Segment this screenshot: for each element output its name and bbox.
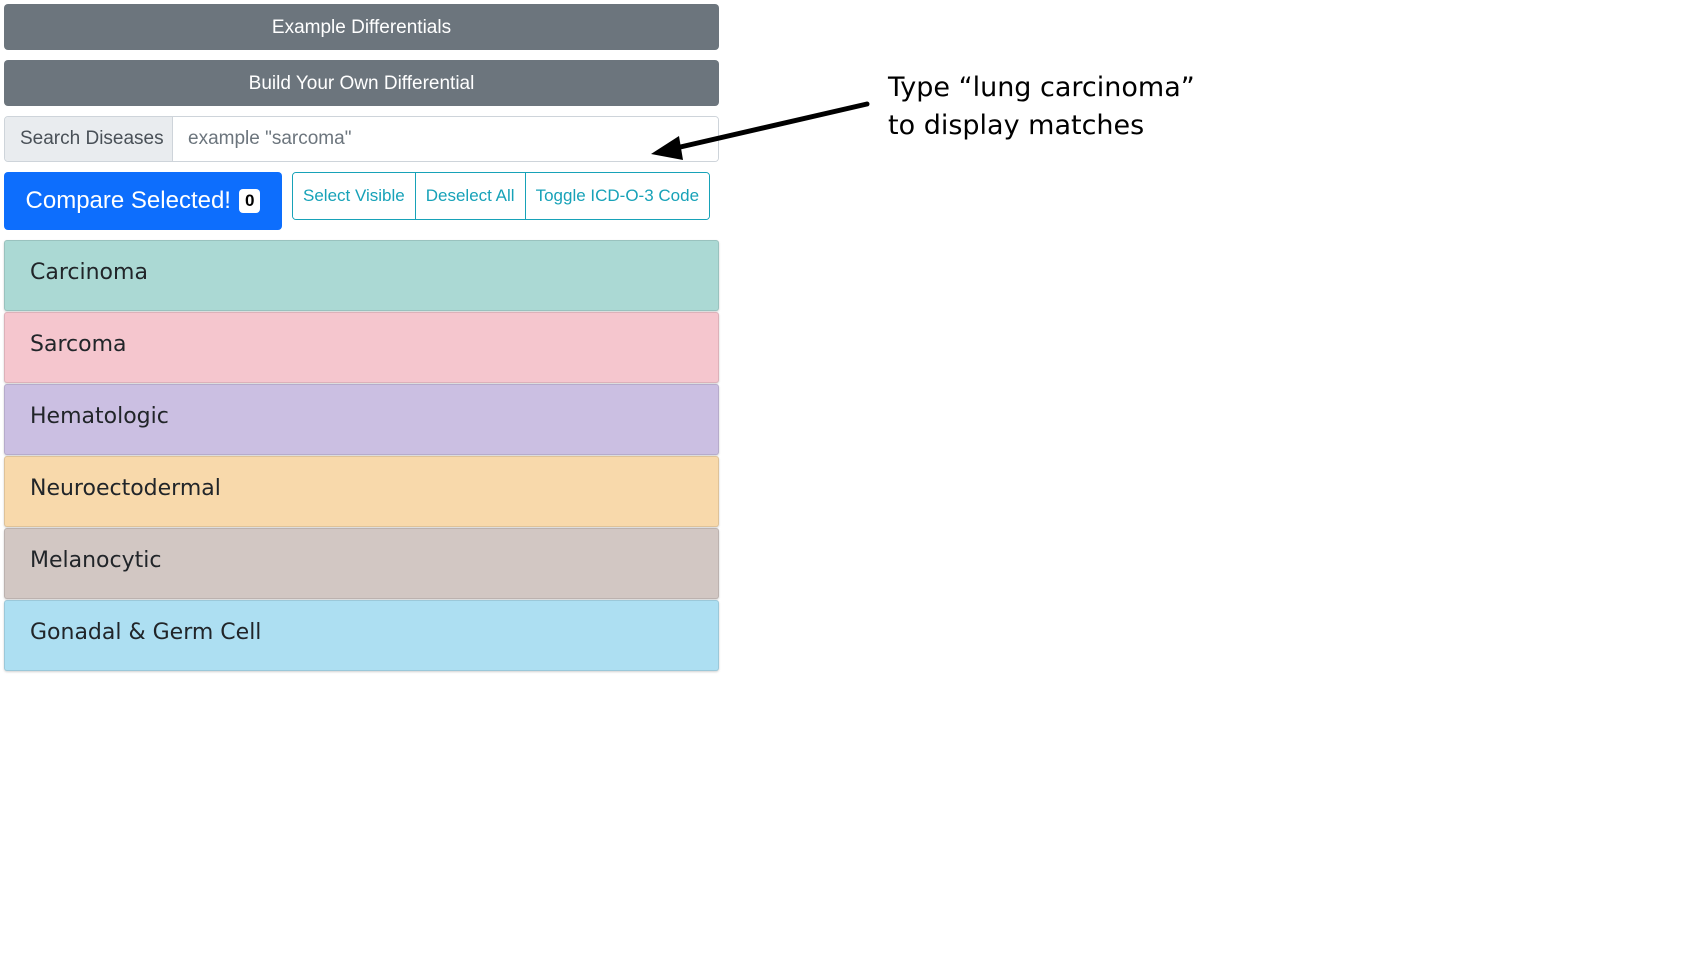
search-label: Search Diseases (5, 117, 173, 161)
category-sarcoma[interactable]: Sarcoma (4, 312, 719, 383)
action-row: Compare Selected! 0 Select Visible Desel… (4, 172, 719, 230)
compare-selected-button[interactable]: Compare Selected! 0 (4, 172, 282, 230)
deselect-all-button[interactable]: Deselect All (415, 173, 526, 219)
category-list: Carcinoma Sarcoma Hematologic Neuroectod… (4, 240, 719, 671)
differential-panel: Example Differentials Build Your Own Dif… (4, 4, 719, 672)
category-hematologic[interactable]: Hematologic (4, 384, 719, 455)
annotation-line-2: to display matches (888, 110, 1145, 141)
category-neuroectodermal[interactable]: Neuroectodermal (4, 456, 719, 527)
build-differential-button[interactable]: Build Your Own Differential (4, 60, 719, 106)
category-carcinoma[interactable]: Carcinoma (4, 240, 719, 311)
category-label: Melanocytic (30, 548, 162, 573)
toggle-icd-code-button[interactable]: Toggle ICD-O-3 Code (525, 173, 710, 219)
category-label: Carcinoma (30, 260, 148, 285)
search-input[interactable] (173, 117, 718, 161)
compare-selected-label: Compare Selected! (25, 187, 231, 214)
category-gonadal-germ-cell[interactable]: Gonadal & Germ Cell (4, 600, 719, 671)
category-label: Sarcoma (30, 332, 127, 357)
select-visible-button[interactable]: Select Visible (293, 173, 416, 219)
category-label: Gonadal & Germ Cell (30, 620, 262, 645)
search-group: Search Diseases (4, 116, 719, 162)
category-label: Hematologic (30, 404, 169, 429)
category-melanocytic[interactable]: Melanocytic (4, 528, 719, 599)
selected-count-badge: 0 (238, 189, 261, 213)
category-label: Neuroectodermal (30, 476, 221, 501)
selection-button-group: Select Visible Deselect All Toggle ICD-O… (292, 172, 711, 220)
annotation-callout: Type “lung carcinoma” to display matches (888, 69, 1195, 145)
annotation-line-1: Type “lung carcinoma” (888, 72, 1195, 103)
example-differentials-button[interactable]: Example Differentials (4, 4, 719, 50)
